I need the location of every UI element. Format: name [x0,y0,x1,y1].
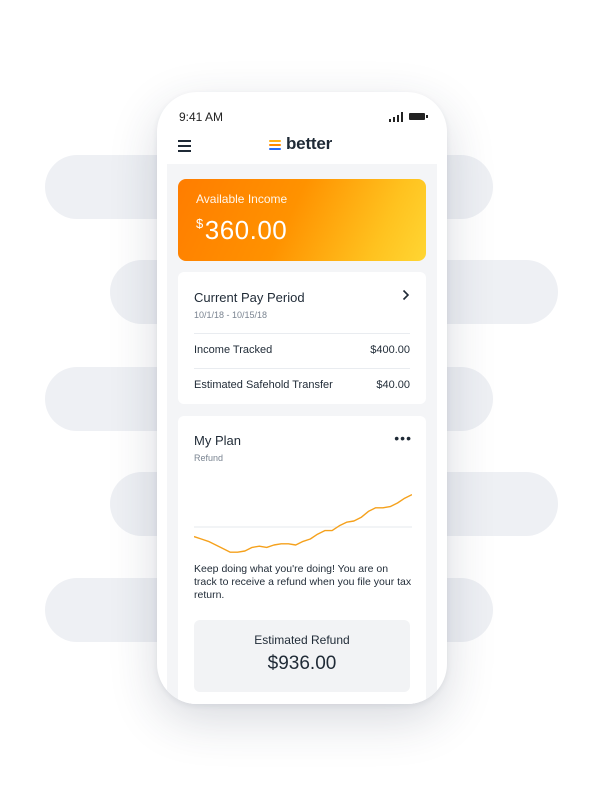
battery-icon [409,113,428,120]
pay-period-dates: 10/1/18 - 10/15/18 [194,310,268,320]
currency-symbol: $ [196,216,204,231]
plan-subtitle: Refund [194,453,224,463]
menu-icon[interactable] [178,140,191,152]
chevron-right-icon[interactable] [402,288,410,304]
my-plan-card: My Plan Refund ••• Keep doing what you'r… [178,416,426,704]
income-tracked-label: Income Tracked [194,344,273,356]
phone-frame: 9:41 AM better Available Income $360.00 … [157,92,447,704]
status-bar: 9:41 AM [179,110,428,126]
signal-icon [389,112,403,122]
estimated-refund-panel: Estimated Refund $936.00 [194,620,410,692]
app-header: better [157,132,447,160]
safehold-transfer-value: $40.00 [376,379,410,391]
plan-title: My Plan [194,433,241,448]
estimated-refund-value: $936.00 [267,653,337,674]
estimated-refund-label: Estimated Refund [254,633,350,647]
pay-period-title: Current Pay Period [194,290,305,305]
status-time: 9:41 AM [179,110,224,124]
app-content: Available Income $360.00 Current Pay Per… [167,164,437,704]
divider [194,333,410,334]
available-income-amount: $360.00 [196,215,287,246]
available-income-label: Available Income [196,192,288,206]
current-pay-period-card[interactable]: Current Pay Period 10/1/18 - 10/15/18 In… [178,272,426,404]
brand-logo-icon [269,140,281,152]
available-income-card[interactable]: Available Income $360.00 [178,179,426,261]
income-tracked-value: $400.00 [370,344,410,356]
income-value: 360.00 [204,215,288,245]
divider [194,368,410,369]
brand-name: better [286,134,333,153]
refund-line-chart [194,493,412,553]
plan-message: Keep doing what you're doing! You are on… [194,563,412,601]
more-options-icon[interactable]: ••• [394,430,412,446]
refund-series-line [194,493,412,553]
safehold-transfer-label: Estimated Safehold Transfer [194,379,333,391]
